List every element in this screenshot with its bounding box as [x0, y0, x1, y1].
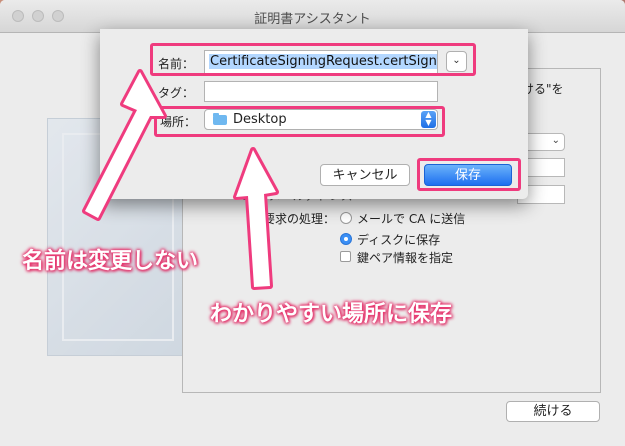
certificate-assistant-window: 証明書アシスタント 続ける"を ⌄ CAのメールアドレス 要求の処理： メールで…: [0, 0, 625, 446]
location-annotation: わかりやすい場所に保存: [210, 302, 453, 327]
location-arrow: [233, 147, 279, 290]
name-annotation: 名前は変更しない: [22, 249, 199, 274]
name-arrow: [82, 69, 167, 221]
annotation-arrows: [82, 69, 279, 290]
